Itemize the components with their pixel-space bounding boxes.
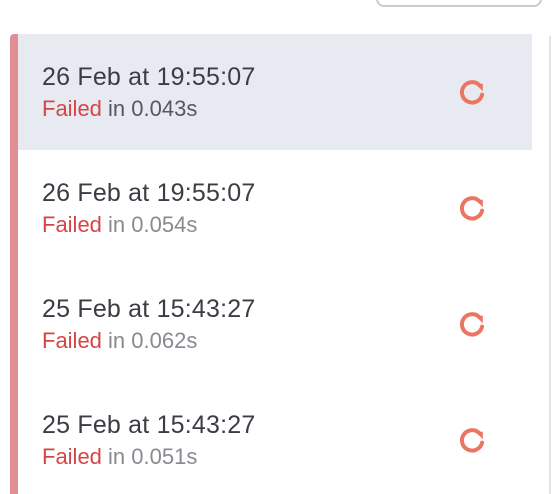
run-timestamp: 26 Feb at 19:55:07 (42, 179, 256, 207)
retry-button[interactable] (452, 72, 492, 112)
run-list-item[interactable]: 25 Feb at 15:43:27 Failed in 0.062s (18, 266, 532, 382)
retry-icon (459, 80, 485, 105)
retry-icon (459, 196, 485, 221)
run-status-label: Failed (42, 328, 102, 353)
failed-status-stripe (10, 34, 18, 494)
run-duration: in 0.051s (108, 444, 198, 469)
run-timestamp: 25 Feb at 15:43:27 (42, 411, 256, 439)
retry-button[interactable] (452, 420, 492, 460)
run-list-item[interactable]: 25 Feb at 15:43:27 Failed in 0.051s (18, 382, 532, 494)
run-status-label: Failed (42, 212, 102, 237)
run-list-item[interactable]: 26 Feb at 19:55:07 Failed in 0.043s (18, 34, 532, 150)
run-duration: in 0.043s (108, 96, 198, 121)
run-history-panel: 26 Feb at 19:55:07 Failed in 0.043s 26 F… (0, 0, 556, 494)
run-duration: in 0.062s (108, 328, 198, 353)
run-timestamp: 26 Feb at 19:55:07 (42, 63, 256, 91)
top-dropdown-control[interactable] (376, 0, 542, 7)
run-status-line: Failed in 0.054s (42, 212, 197, 238)
run-list: 26 Feb at 19:55:07 Failed in 0.043s 26 F… (10, 34, 532, 494)
run-timestamp: 25 Feb at 15:43:27 (42, 295, 256, 323)
run-status-line: Failed in 0.051s (42, 444, 197, 470)
run-status-label: Failed (42, 444, 102, 469)
retry-icon (459, 428, 485, 453)
retry-button[interactable] (452, 188, 492, 228)
run-status-line: Failed in 0.043s (42, 96, 197, 122)
scrollbar-track[interactable] (549, 36, 551, 494)
run-duration: in 0.054s (108, 212, 198, 237)
run-status-line: Failed in 0.062s (42, 328, 197, 354)
retry-icon (459, 312, 485, 337)
retry-button[interactable] (452, 304, 492, 344)
run-status-label: Failed (42, 96, 102, 121)
run-list-item[interactable]: 26 Feb at 19:55:07 Failed in 0.054s (18, 150, 532, 266)
